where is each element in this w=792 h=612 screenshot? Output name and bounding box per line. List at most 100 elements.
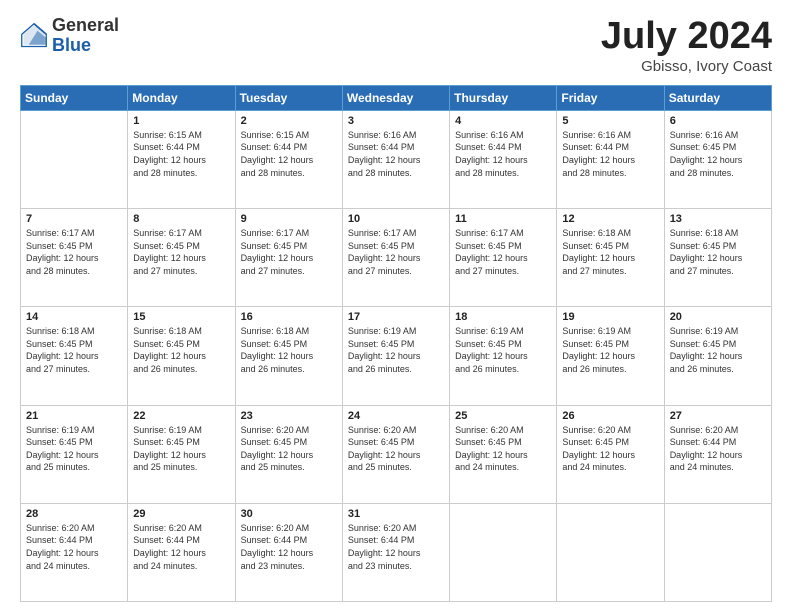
cell-info: Sunrise: 6:19 AM Sunset: 6:45 PM Dayligh… xyxy=(455,325,551,375)
calendar-cell: 4Sunrise: 6:16 AM Sunset: 6:44 PM Daylig… xyxy=(450,110,557,208)
month-title: July 2024 xyxy=(601,16,772,58)
logo-blue: Blue xyxy=(52,35,91,55)
calendar-cell xyxy=(450,503,557,601)
day-number: 31 xyxy=(348,508,444,520)
day-number: 28 xyxy=(26,508,122,520)
calendar-header-wednesday: Wednesday xyxy=(342,85,449,110)
calendar-cell: 8 Sunrise: 6:17 AM Sunset: 6:45 PM Daylig… xyxy=(128,209,235,307)
calendar-cell: 15 Sunrise: 6:18 AM Sunset: 6:45 PM Dayli… xyxy=(128,307,235,405)
cell-info: Sunrise: 6:17 AM Sunset: 6:45 PM Dayligh… xyxy=(133,227,229,277)
cell-info: Sunrise: 6:15 AM Sunset: 6:44 PM Dayligh… xyxy=(133,129,229,179)
calendar-cell: 7Sunrise: 6:17 AM Sunset: 6:45 PM Daylig… xyxy=(21,209,128,307)
calendar-cell: 9Sunrise: 6:17 AM Sunset: 6:45 PM Daylig… xyxy=(235,209,342,307)
day-number: 2 xyxy=(241,115,337,127)
cell-info: Sunrise: 6:20 AM Sunset: 6:45 PM Dayligh… xyxy=(455,424,551,474)
calendar-cell: 30 Sunrise: 6:20 AM Sunset: 6:44 PM Dayli… xyxy=(235,503,342,601)
cell-info: Sunrise: 6:18 AM Sunset: 6:45 PM Dayligh… xyxy=(562,227,658,277)
calendar-cell xyxy=(21,110,128,208)
logo-text-block: General Blue xyxy=(52,16,119,56)
day-number: 12 xyxy=(562,213,658,225)
week-row-2: 14 Sunrise: 6:18 AM Sunset: 6:45 PM Dayli… xyxy=(21,307,772,405)
day-number: 1 xyxy=(133,115,229,127)
calendar-cell: 27 Sunrise: 6:20 AM Sunset: 6:44 PM Dayli… xyxy=(664,405,771,503)
calendar-cell: 16Sunrise: 6:18 AM Sunset: 6:45 PM Dayli… xyxy=(235,307,342,405)
cell-info: Sunrise: 6:20 AM Sunset: 6:44 PM Dayligh… xyxy=(348,522,444,572)
logo-general: General xyxy=(52,15,119,35)
calendar-cell xyxy=(664,503,771,601)
day-number: 14 xyxy=(26,311,122,323)
cell-info: Sunrise: 6:17 AM Sunset: 6:45 PM Dayligh… xyxy=(455,227,551,277)
cell-info: Sunrise: 6:19 AM Sunset: 6:45 PM Dayligh… xyxy=(133,424,229,474)
cell-info: Sunrise: 6:20 AM Sunset: 6:45 PM Dayligh… xyxy=(241,424,337,474)
cell-info: Sunrise: 6:16 AM Sunset: 6:44 PM Dayligh… xyxy=(348,129,444,179)
calendar-cell: 5Sunrise: 6:16 AM Sunset: 6:44 PM Daylig… xyxy=(557,110,664,208)
day-number: 27 xyxy=(670,410,766,422)
day-number: 25 xyxy=(455,410,551,422)
week-row-4: 28 Sunrise: 6:20 AM Sunset: 6:44 PM Dayli… xyxy=(21,503,772,601)
calendar-cell: 25 Sunrise: 6:20 AM Sunset: 6:45 PM Dayli… xyxy=(450,405,557,503)
day-number: 9 xyxy=(241,213,337,225)
day-number: 18 xyxy=(455,311,551,323)
calendar-cell: 14 Sunrise: 6:18 AM Sunset: 6:45 PM Dayli… xyxy=(21,307,128,405)
day-number: 21 xyxy=(26,410,122,422)
calendar-header-friday: Friday xyxy=(557,85,664,110)
day-number: 26 xyxy=(562,410,658,422)
calendar-cell: 11 Sunrise: 6:17 AM Sunset: 6:45 PM Dayli… xyxy=(450,209,557,307)
location: Gbisso, Ivory Coast xyxy=(601,58,772,75)
cell-info: Sunrise: 6:18 AM Sunset: 6:45 PM Dayligh… xyxy=(133,325,229,375)
logo-icon xyxy=(20,22,48,50)
day-number: 8 xyxy=(133,213,229,225)
header: General Blue July 2024 Gbisso, Ivory Coa… xyxy=(20,16,772,75)
day-number: 11 xyxy=(455,213,551,225)
day-number: 16 xyxy=(241,311,337,323)
calendar-header-tuesday: Tuesday xyxy=(235,85,342,110)
cell-info: Sunrise: 6:20 AM Sunset: 6:45 PM Dayligh… xyxy=(562,424,658,474)
cell-info: Sunrise: 6:16 AM Sunset: 6:45 PM Dayligh… xyxy=(670,129,766,179)
day-number: 22 xyxy=(133,410,229,422)
page: General Blue July 2024 Gbisso, Ivory Coa… xyxy=(0,0,792,612)
week-row-0: 1 Sunrise: 6:15 AM Sunset: 6:44 PM Daylig… xyxy=(21,110,772,208)
cell-info: Sunrise: 6:18 AM Sunset: 6:45 PM Dayligh… xyxy=(26,325,122,375)
day-number: 20 xyxy=(670,311,766,323)
calendar-cell: 22 Sunrise: 6:19 AM Sunset: 6:45 PM Dayli… xyxy=(128,405,235,503)
calendar-header-monday: Monday xyxy=(128,85,235,110)
cell-info: Sunrise: 6:17 AM Sunset: 6:45 PM Dayligh… xyxy=(26,227,122,277)
calendar-cell: 23 Sunrise: 6:20 AM Sunset: 6:45 PM Dayli… xyxy=(235,405,342,503)
cell-info: Sunrise: 6:20 AM Sunset: 6:44 PM Dayligh… xyxy=(133,522,229,572)
calendar-cell: 20 Sunrise: 6:19 AM Sunset: 6:45 PM Dayli… xyxy=(664,307,771,405)
calendar-cell: 12 Sunrise: 6:18 AM Sunset: 6:45 PM Dayli… xyxy=(557,209,664,307)
calendar-cell: 1 Sunrise: 6:15 AM Sunset: 6:44 PM Daylig… xyxy=(128,110,235,208)
cell-info: Sunrise: 6:19 AM Sunset: 6:45 PM Dayligh… xyxy=(670,325,766,375)
calendar-cell: 3 Sunrise: 6:16 AM Sunset: 6:44 PM Daylig… xyxy=(342,110,449,208)
day-number: 15 xyxy=(133,311,229,323)
calendar-cell: 19 Sunrise: 6:19 AM Sunset: 6:45 PM Dayli… xyxy=(557,307,664,405)
day-number: 19 xyxy=(562,311,658,323)
cell-info: Sunrise: 6:20 AM Sunset: 6:44 PM Dayligh… xyxy=(670,424,766,474)
day-number: 3 xyxy=(348,115,444,127)
day-number: 13 xyxy=(670,213,766,225)
cell-info: Sunrise: 6:20 AM Sunset: 6:45 PM Dayligh… xyxy=(348,424,444,474)
day-number: 30 xyxy=(241,508,337,520)
day-number: 24 xyxy=(348,410,444,422)
day-number: 23 xyxy=(241,410,337,422)
cell-info: Sunrise: 6:20 AM Sunset: 6:44 PM Dayligh… xyxy=(241,522,337,572)
calendar-cell: 29 Sunrise: 6:20 AM Sunset: 6:44 PM Dayli… xyxy=(128,503,235,601)
calendar-cell: 31 Sunrise: 6:20 AM Sunset: 6:44 PM Dayli… xyxy=(342,503,449,601)
day-number: 17 xyxy=(348,311,444,323)
calendar-cell xyxy=(557,503,664,601)
cell-info: Sunrise: 6:20 AM Sunset: 6:44 PM Dayligh… xyxy=(26,522,122,572)
calendar-cell: 17 Sunrise: 6:19 AM Sunset: 6:45 PM Dayli… xyxy=(342,307,449,405)
cell-info: Sunrise: 6:19 AM Sunset: 6:45 PM Dayligh… xyxy=(562,325,658,375)
cell-info: Sunrise: 6:19 AM Sunset: 6:45 PM Dayligh… xyxy=(26,424,122,474)
calendar-cell: 26 Sunrise: 6:20 AM Sunset: 6:45 PM Dayli… xyxy=(557,405,664,503)
calendar-cell: 28 Sunrise: 6:20 AM Sunset: 6:44 PM Dayli… xyxy=(21,503,128,601)
day-number: 29 xyxy=(133,508,229,520)
title-block: July 2024 Gbisso, Ivory Coast xyxy=(601,16,772,75)
day-number: 5 xyxy=(562,115,658,127)
calendar-cell: 18 Sunrise: 6:19 AM Sunset: 6:45 PM Dayli… xyxy=(450,307,557,405)
calendar-cell: 13Sunrise: 6:18 AM Sunset: 6:45 PM Dayli… xyxy=(664,209,771,307)
calendar-header-row: SundayMondayTuesdayWednesdayThursdayFrid… xyxy=(21,85,772,110)
cell-info: Sunrise: 6:19 AM Sunset: 6:45 PM Dayligh… xyxy=(348,325,444,375)
calendar-table: SundayMondayTuesdayWednesdayThursdayFrid… xyxy=(20,85,772,602)
calendar-cell: 2Sunrise: 6:15 AM Sunset: 6:44 PM Daylig… xyxy=(235,110,342,208)
